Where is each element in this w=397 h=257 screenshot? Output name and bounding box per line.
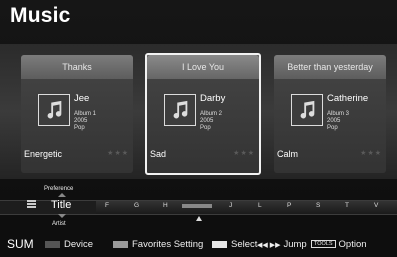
artist-name: Catherine — [327, 93, 369, 104]
album-year: 2005 — [327, 118, 341, 124]
jump-letter[interactable]: L — [258, 202, 262, 209]
jump-letter[interactable]: V — [374, 202, 378, 209]
rewind-forward-icon: ◀◀ ▶▶ — [257, 242, 281, 249]
jump-button[interactable]: ◀◀ ▶▶ Jump — [257, 239, 307, 250]
genre: Pop — [327, 125, 338, 131]
select-key-icon — [212, 240, 227, 248]
song-card-selected[interactable]: I Love You Darby Album 2 2005 Pop Sad ★★… — [145, 53, 261, 175]
tools-badge: TOOLS — [311, 240, 336, 249]
jump-letter[interactable]: H — [163, 202, 168, 209]
rating-stars: ★★★ — [233, 150, 255, 157]
sort-option-current[interactable]: Title — [51, 199, 71, 211]
select-label: Select — [231, 239, 258, 250]
album-year: 2005 — [200, 118, 214, 124]
song-title: Better than yesterday — [274, 55, 386, 79]
sort-menu-icon[interactable] — [27, 200, 36, 209]
song-card[interactable]: Better than yesterday Catherine Album 3 … — [274, 55, 386, 173]
favorites-key-icon — [113, 240, 128, 248]
jump-letter[interactable]: T — [345, 202, 349, 209]
chevron-up-icon[interactable] — [58, 193, 66, 197]
favorites-setting-button[interactable]: Favorites Setting — [113, 239, 203, 250]
mood-label: Energetic — [24, 149, 63, 159]
rating-stars: ★★★ — [360, 150, 382, 157]
genre: Pop — [74, 125, 85, 131]
favorites-label: Favorites Setting — [132, 239, 204, 250]
chevron-down-icon[interactable] — [58, 214, 66, 218]
jump-letter[interactable]: F — [105, 202, 109, 209]
album-year: 2005 — [74, 118, 88, 124]
music-note-icon — [164, 94, 196, 126]
sort-option-previous[interactable]: Preference — [44, 186, 73, 192]
music-note-icon — [291, 94, 323, 126]
jump-letter[interactable]: J — [229, 202, 232, 209]
mood-label: Sad — [150, 149, 167, 159]
album-name: Album 3 — [327, 111, 350, 117]
footer-bar: SUM Device Favorites Setting Select ◀◀ ▶… — [0, 232, 397, 257]
option-button[interactable]: TOOLS Option — [311, 239, 367, 250]
page-title: Music — [10, 4, 71, 27]
artist-name: Jee — [74, 93, 90, 104]
song-card[interactable]: Thanks Jee Album 1 2005 Pop Energetic ★★… — [21, 55, 133, 173]
device-button[interactable]: Device — [45, 239, 93, 250]
album-name: Album 2 — [200, 111, 223, 117]
device-label: Device — [64, 239, 94, 250]
jump-cursor — [182, 204, 212, 208]
genre: Pop — [200, 125, 211, 131]
song-title: Thanks — [21, 55, 133, 79]
jump-label: Jump — [283, 239, 307, 250]
artist-name: Darby — [200, 93, 226, 104]
jump-letter[interactable]: P — [287, 202, 291, 209]
song-title: I Love You — [147, 55, 259, 79]
music-note-icon — [38, 94, 70, 126]
mood-label: Calm — [277, 149, 299, 159]
jump-position-marker-icon — [196, 216, 202, 221]
rating-stars: ★★★ — [107, 150, 129, 157]
option-label: Option — [338, 239, 367, 250]
select-button[interactable]: Select — [212, 239, 257, 250]
jump-letter[interactable]: S — [316, 202, 320, 209]
device-key-icon — [45, 240, 60, 248]
jump-letter[interactable]: G — [134, 202, 139, 209]
sort-option-next[interactable]: Artist — [52, 221, 66, 227]
album-name: Album 1 — [74, 111, 97, 117]
sum-label: SUM — [7, 237, 34, 251]
